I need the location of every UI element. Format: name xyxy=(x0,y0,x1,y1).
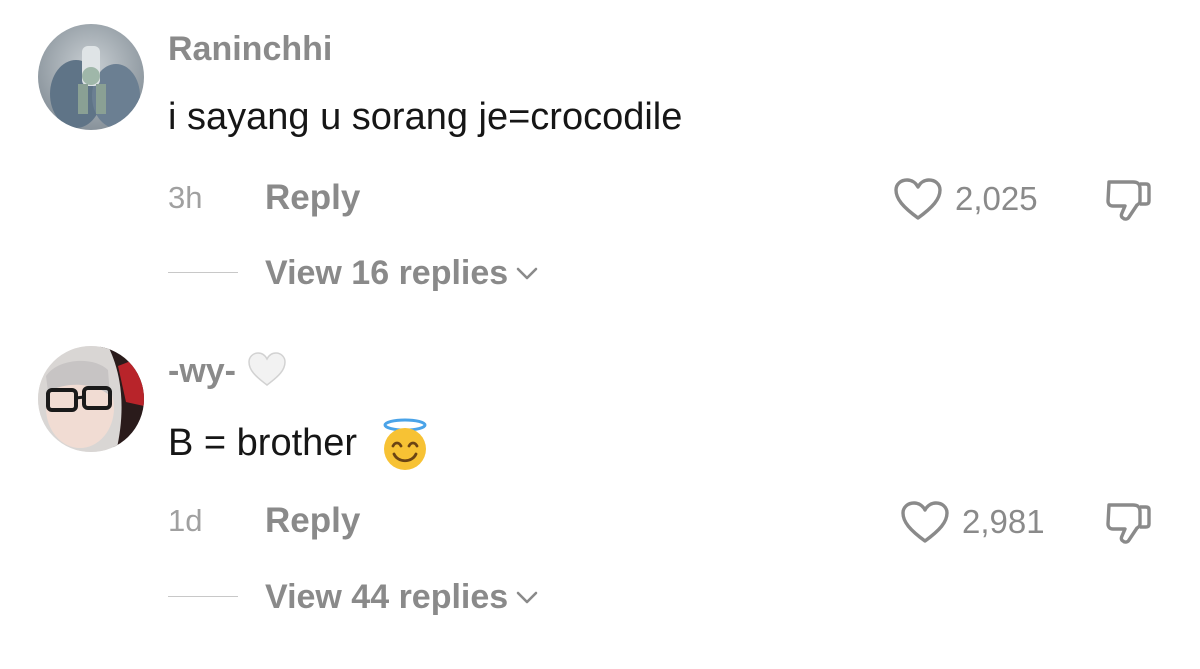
heart-icon xyxy=(894,178,942,220)
comment-username[interactable]: -wy- xyxy=(168,352,287,391)
comment-text: B = brother xyxy=(168,418,430,472)
like-count: 2,981 xyxy=(962,503,1045,540)
view-replies-button[interactable]: View 16 replies xyxy=(265,254,538,293)
comment-timestamp: 3h xyxy=(168,180,203,215)
username-text: -wy- xyxy=(168,352,236,390)
chevron-down-icon xyxy=(516,267,538,279)
dislike-button[interactable] xyxy=(1103,176,1151,224)
replies-divider xyxy=(168,596,238,597)
reply-button[interactable]: Reply xyxy=(265,501,360,541)
comment-text: i sayang u sorang je=crocodile xyxy=(168,96,683,138)
like-button[interactable]: 2,981 xyxy=(900,500,1045,544)
thumbs-down-icon xyxy=(1106,503,1151,544)
comment-username[interactable]: Raninchhi xyxy=(168,30,332,69)
view-replies-label: View 44 replies xyxy=(265,578,509,616)
chevron-down-icon xyxy=(516,591,538,603)
thumbs-down-icon xyxy=(1106,180,1151,221)
replies-divider xyxy=(168,272,238,273)
view-replies-label: View 16 replies xyxy=(265,254,509,292)
like-count: 2,025 xyxy=(955,180,1038,217)
comment-timestamp: 1d xyxy=(168,503,203,538)
like-button[interactable]: 2,025 xyxy=(893,177,1038,221)
reply-button[interactable]: Reply xyxy=(265,178,360,218)
avatar[interactable] xyxy=(38,24,144,130)
view-replies-button[interactable]: View 44 replies xyxy=(265,578,538,617)
dislike-button[interactable] xyxy=(1103,499,1151,547)
smiling-face-with-halo-icon xyxy=(383,418,427,470)
white-heart-icon xyxy=(248,352,287,386)
heart-icon xyxy=(901,501,949,543)
comment-text-content: B = brother xyxy=(168,422,358,465)
avatar[interactable] xyxy=(38,346,144,452)
